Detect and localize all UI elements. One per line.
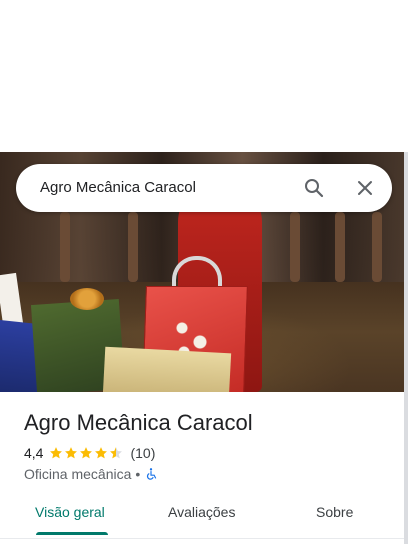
- separator-dot: •: [135, 466, 141, 482]
- photo-cream-bag: [102, 346, 232, 392]
- photo-gift-bow: [70, 288, 104, 310]
- active-tab-indicator: [36, 532, 108, 535]
- search-input[interactable]: Agro Mecânica Caracol: [40, 179, 196, 196]
- wheelchair-icon: [147, 468, 157, 480]
- rating-row[interactable]: 4,4 (10): [24, 444, 155, 462]
- close-icon[interactable]: [353, 176, 377, 200]
- tab-reviews[interactable]: Avaliações: [168, 504, 235, 520]
- photo-legs: [372, 212, 382, 282]
- half-star-icon: [110, 447, 123, 459]
- tab-overview[interactable]: Visão geral: [35, 504, 105, 520]
- photo-legs: [60, 212, 70, 282]
- star-icon: [95, 447, 108, 459]
- star-icon: [80, 447, 93, 459]
- photo-legs: [128, 212, 138, 282]
- photo-legs: [335, 212, 345, 282]
- rating-value: 4,4: [24, 445, 44, 461]
- blank-top-area: [0, 0, 408, 152]
- tabs-divider: [0, 538, 404, 539]
- tab-about[interactable]: Sobre: [316, 504, 353, 520]
- photo-legs: [290, 212, 300, 282]
- scrollbar-track[interactable]: [404, 152, 408, 544]
- category-row: Oficina mecânica •: [24, 465, 158, 483]
- place-tabs: Visão geral Avaliações Sobre: [0, 496, 404, 538]
- place-category[interactable]: Oficina mecânica: [24, 466, 131, 482]
- place-title: Agro Mecânica Caracol: [24, 410, 253, 435]
- star-icon: [50, 447, 63, 459]
- star-icon: [65, 447, 78, 459]
- search-bar[interactable]: Agro Mecânica Caracol: [16, 164, 392, 212]
- search-icon[interactable]: [302, 176, 326, 200]
- rating-stars: [49, 446, 124, 460]
- review-count[interactable]: (10): [130, 445, 155, 461]
